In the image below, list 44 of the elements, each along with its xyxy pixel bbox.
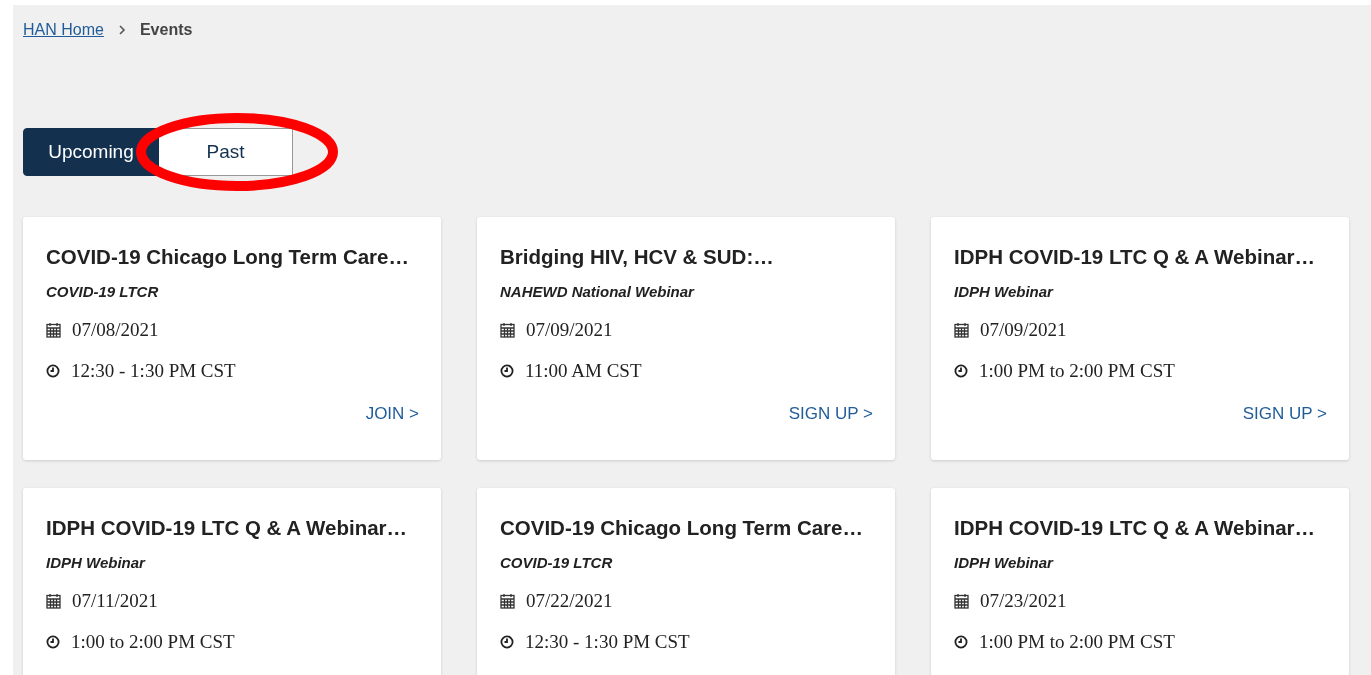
clock-icon [500, 364, 514, 378]
event-series: IDPH Webinar [954, 554, 1055, 571]
event-series: IDPH Webinar [954, 283, 1055, 300]
event-time: 12:30 - 1:30 PM CST [525, 631, 690, 653]
event-date: 07/23/2021 [980, 590, 1067, 612]
clock-icon [954, 364, 968, 378]
calendar-icon [500, 322, 515, 338]
event-time: 1:00 PM to 2:00 PM CST [979, 631, 1175, 653]
event-title: IDPH COVID-19 LTC Q & A Webinar… [954, 245, 1317, 269]
event-time: 11:00 AM CST [525, 360, 642, 382]
clock-icon [500, 635, 514, 649]
event-time: 1:00 to 2:00 PM CST [71, 631, 235, 653]
event-date: 07/22/2021 [526, 590, 613, 612]
event-title: Bridging HIV, HCV & SUD:… [500, 245, 775, 269]
clock-icon [46, 364, 60, 378]
calendar-icon [46, 322, 61, 338]
event-date: 07/09/2021 [526, 319, 613, 341]
event-series: COVID-19 LTCR [46, 283, 160, 300]
event-title: COVID-19 Chicago Long Term Care… [46, 245, 410, 269]
event-action-link[interactable]: SIGN UP > [788, 404, 873, 424]
chevron-icon [117, 25, 126, 35]
event-action-link[interactable]: JOIN > [365, 404, 419, 424]
breadcrumb-link[interactable]: HAN Home [23, 21, 104, 39]
event-date: 07/11/2021 [72, 590, 158, 612]
calendar-icon [500, 593, 515, 609]
event-date: 07/08/2021 [72, 319, 159, 341]
calendar-icon [954, 322, 969, 338]
event-title: IDPH COVID-19 LTC Q & A Webinar… [46, 516, 409, 540]
event-action-link[interactable]: SIGN UP > [1242, 404, 1327, 424]
event-series: COVID-19 LTCR [500, 554, 614, 571]
event-title: COVID-19 Chicago Long Term Care… [500, 516, 864, 540]
event-series: IDPH Webinar [46, 554, 147, 571]
tab[interactable]: Upcoming [23, 128, 159, 176]
event-series: NAHEWD National Webinar [500, 283, 696, 300]
clock-icon [954, 635, 968, 649]
calendar-icon [954, 593, 969, 609]
event-title: IDPH COVID-19 LTC Q & A Webinar… [954, 516, 1317, 540]
clock-icon [46, 635, 60, 649]
event-time: 12:30 - 1:30 PM CST [71, 360, 236, 382]
breadcrumb-current: Events [139, 21, 193, 39]
calendar-icon [46, 593, 61, 609]
event-time: 1:00 PM to 2:00 PM CST [979, 360, 1175, 382]
tab[interactable]: Past [159, 128, 293, 176]
event-date: 07/09/2021 [980, 319, 1067, 341]
